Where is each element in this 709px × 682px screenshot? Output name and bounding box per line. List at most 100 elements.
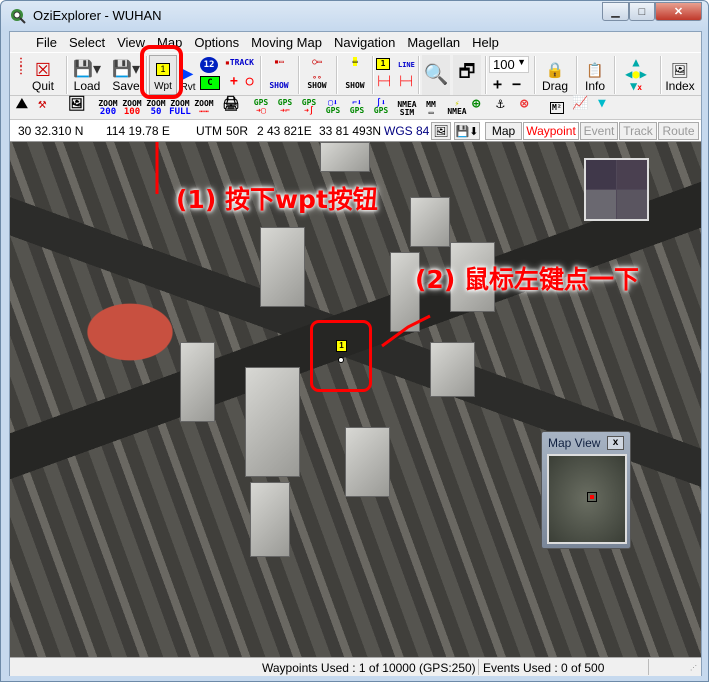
zoom-select[interactable]: 100 ▼ <box>489 56 529 73</box>
drag-button[interactable]: 🔒 Drag <box>538 55 572 95</box>
c-button[interactable]: C <box>200 76 220 90</box>
moving-map-button[interactable]: MM ▭ <box>420 101 442 117</box>
nmea-sim-button[interactable]: NMEA SIM <box>396 101 418 117</box>
window-title: OziExplorer - WUHAN <box>33 8 162 23</box>
menu-help[interactable]: Help <box>466 32 505 52</box>
latitude: 30 32.310 N <box>18 124 84 138</box>
waypoint-list-button[interactable]: 1 <box>376 58 390 70</box>
pointer-line-2 <box>381 314 431 348</box>
lock-icon: 🔒 <box>545 62 565 79</box>
chart-icon[interactable]: 📈 <box>572 97 588 110</box>
zoom-100-button[interactable]: ZOOM 100 <box>120 100 144 117</box>
tab-map[interactable]: Map <box>485 122 522 140</box>
line-range-button[interactable]: ├─┤ <box>398 78 414 87</box>
zoom-out-button[interactable]: − <box>512 77 521 92</box>
map-view-window[interactable]: Map View x <box>541 431 631 549</box>
lifebuoy-icon[interactable]: ⊗ <box>520 97 528 111</box>
info-button[interactable]: 📋 Info <box>580 55 610 95</box>
minimize-button[interactable]: ▁ <box>602 2 629 21</box>
line-button[interactable]: LINE <box>398 61 415 69</box>
magnifier-icon: 🔍 <box>423 63 449 86</box>
menu-magellan[interactable]: Magellan <box>401 32 466 52</box>
pan-arrows[interactable]: ▲ ◀●▶ ▼x <box>616 56 656 94</box>
zoom-in-button[interactable]: + <box>493 77 502 92</box>
window-frame: OziExplorer - WUHAN ▁ □ ✕ File Select Vi… <box>0 0 709 682</box>
route-12-button[interactable]: 12 <box>200 57 218 73</box>
area-button[interactable]: M² <box>550 102 564 114</box>
zoom-50-button[interactable]: ZOOM 50 <box>144 100 168 117</box>
tab-track[interactable]: Track <box>619 122 657 140</box>
longitude: 114 19.78 E <box>106 124 170 138</box>
app-icon <box>11 9 26 24</box>
zoom-200-button[interactable]: ZOOM 200 <box>96 100 120 117</box>
track-point-button[interactable]: + ○ <box>230 75 253 88</box>
index-button[interactable]: 🖼 Index <box>662 55 698 95</box>
track-button[interactable]: ▪TRACK <box>225 59 254 67</box>
load-button[interactable]: 💾▾ Load <box>70 55 104 95</box>
status-bar: Waypoints Used : 1 of 10000 (GPS:250) Ev… <box>10 657 701 676</box>
tab-waypoint[interactable]: Waypoint <box>523 122 579 140</box>
utm-zone: 50R <box>226 124 249 138</box>
menu-file[interactable]: File <box>30 32 63 52</box>
main-toolbar: ⋮ ⋮ ☒ Quit 💾▾ Load 💾▾ Save 1 Wpt ▶ Rvt 12 C ▪T… <box>10 52 701 96</box>
datum: WGS 84 <box>384 124 430 138</box>
toolbar-grip[interactable]: ⋮ ⋮ <box>16 58 26 76</box>
track-show-button[interactable]: ▪▭ SHOW <box>264 58 294 90</box>
load-icon: 💾▾ <box>73 61 101 78</box>
map-image-icon[interactable]: 🖼 <box>68 97 86 111</box>
menu-navigation[interactable]: Navigation <box>328 32 401 52</box>
map-view-title: Map View <box>548 436 601 450</box>
gps-track-download[interactable]: ∫⬇ GPS <box>370 99 392 115</box>
find-button[interactable]: 🔍 <box>422 55 450 95</box>
menu-options[interactable]: Options <box>188 32 245 52</box>
map-calibrate-icon[interactable]: ⛰ <box>16 97 28 111</box>
gps-route-upload[interactable]: GPS ➜⌐ <box>274 99 296 115</box>
zoom-full-button[interactable]: ZOOM FULL <box>168 100 192 117</box>
gps-waypoint-upload[interactable]: GPS ➜▢ <box>250 99 272 115</box>
waypoints-used: Waypoints Used : 1 of 10000 (GPS:250) <box>262 661 476 675</box>
resize-grip[interactable]: ⋰ <box>690 664 697 672</box>
menu-moving-map[interactable]: Moving Map <box>245 32 328 52</box>
map-canvas[interactable]: 1 (1) 按下wpt按钮 (2) 鼠标左键点一下 Map View x <box>10 142 701 657</box>
tools-icon[interactable]: ⚒ <box>38 97 46 111</box>
save-button[interactable]: 💾▾ Save <box>109 55 143 95</box>
tab-route[interactable]: Route <box>658 122 699 140</box>
save-icon: 💾▾ <box>112 61 140 78</box>
tile-preview <box>584 158 649 221</box>
map-image-button[interactable]: 🖼 <box>431 122 451 140</box>
chevron-down-icon: ▼ <box>517 57 526 67</box>
info-icon: 📋 <box>586 62 604 78</box>
zoom-box-button[interactable]: ZOOM ⋯⋯ <box>192 100 216 116</box>
gps-waypoint-download[interactable]: ▢⬇ GPS <box>322 99 344 115</box>
gps-track-upload[interactable]: GPS ➜∫ <box>298 99 320 115</box>
annotation-step2: (2) 鼠标左键点一下 <box>415 265 639 294</box>
utm-label: UTM <box>196 124 222 138</box>
map-view-close-button[interactable]: x <box>607 436 624 450</box>
window-icon: 🗗 <box>458 61 476 81</box>
waypoint-range-button[interactable]: ├─┤ <box>376 78 392 87</box>
map-view-viewport[interactable] <box>587 492 597 502</box>
close-button[interactable]: ✕ <box>655 2 702 21</box>
tab-event[interactable]: Event <box>580 122 618 140</box>
route-show-button[interactable]: ▭ SHOW <box>340 57 370 90</box>
nmea-button[interactable]: ⚡ NMEA <box>446 100 468 116</box>
annotation-step1: (1) 按下wpt按钮 <box>176 185 378 214</box>
utm-easting: 2 43 821E <box>257 124 312 138</box>
index-icon: 🖼 <box>671 62 689 78</box>
print-icon[interactable]: 🖨 <box>222 97 240 111</box>
save-download-button[interactable]: 💾⬇ <box>454 122 480 140</box>
play-icon: ▶ <box>182 65 194 81</box>
menu-select[interactable]: Select <box>63 32 111 52</box>
map-window-button[interactable]: 🗗 <box>453 55 481 95</box>
maximize-button[interactable]: □ <box>629 2 655 21</box>
signal-icon[interactable]: ▼ <box>598 97 606 110</box>
compass-icon[interactable]: ⊕ <box>472 97 480 111</box>
utm-northing: 33 81 493N <box>319 124 382 138</box>
gps-route-download[interactable]: ⌐⬇ GPS <box>346 99 368 115</box>
quit-icon: ☒ <box>34 60 52 80</box>
coordinate-bar: 30 32.310 N 114 19.78 E UTM 50R 2 43 821… <box>10 120 701 142</box>
anchor-icon[interactable]: ⚓ <box>496 97 504 111</box>
map-view-thumbnail[interactable] <box>547 454 627 544</box>
waypoint-show-button[interactable]: ○▭ ∘∘ SHOW <box>302 58 332 90</box>
quit-button[interactable]: ☒ Quit <box>28 55 58 95</box>
